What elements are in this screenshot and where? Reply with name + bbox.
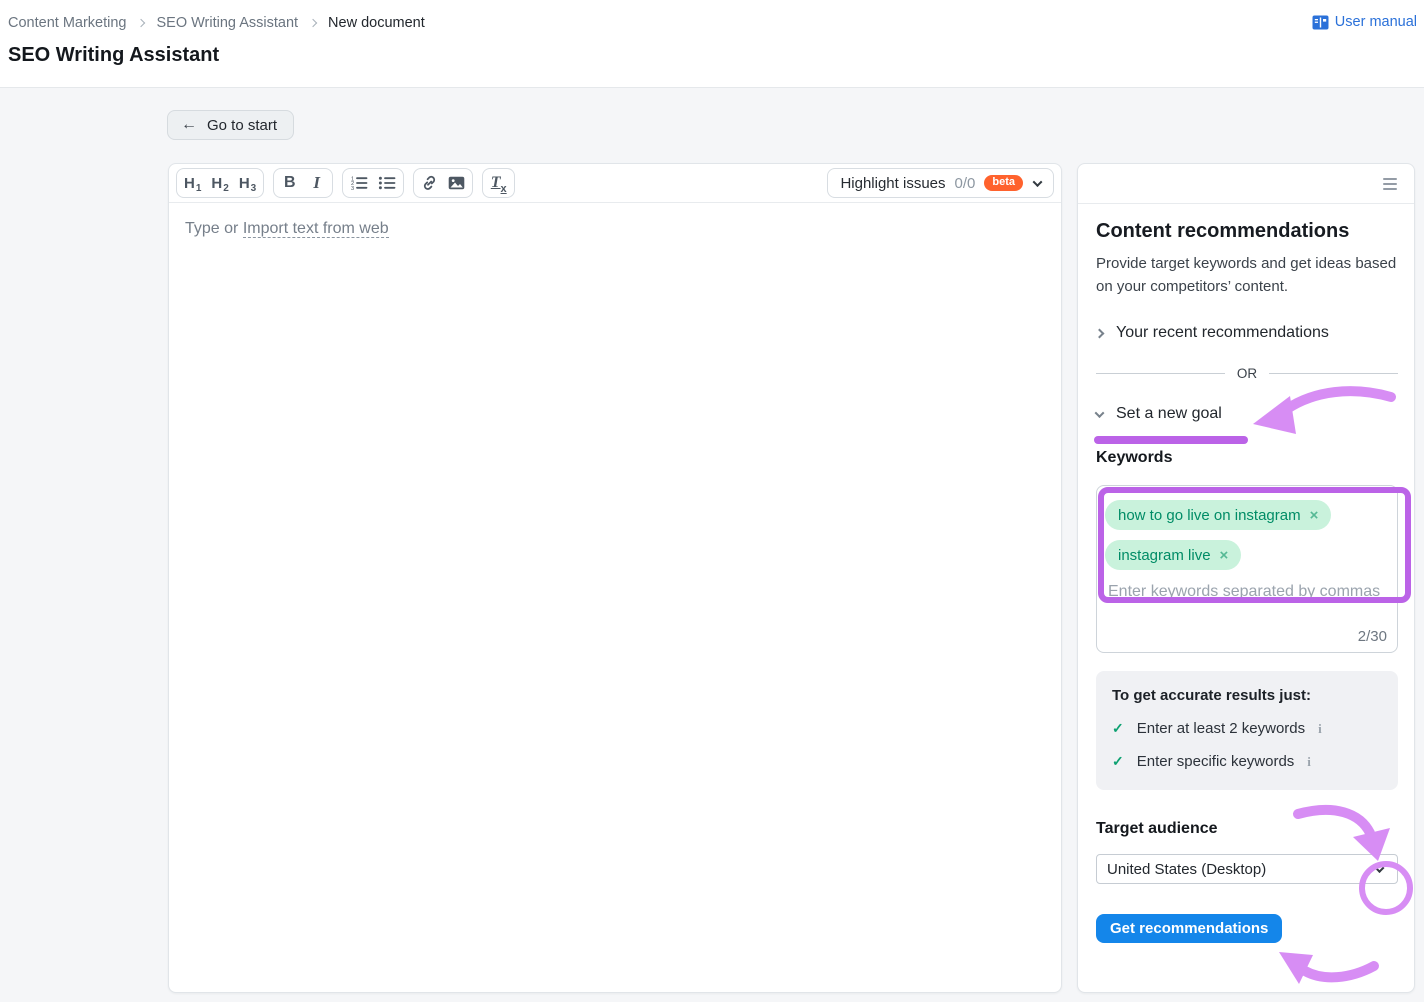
insert-button-group bbox=[413, 168, 473, 198]
remove-keyword-icon[interactable]: × bbox=[1310, 508, 1319, 523]
or-label: OR bbox=[1237, 366, 1257, 381]
or-divider: OR bbox=[1096, 366, 1398, 381]
h2-letter: H bbox=[211, 175, 222, 192]
beta-badge: beta bbox=[984, 175, 1023, 191]
clear-format-group: Tx bbox=[482, 168, 515, 198]
info-icon[interactable]: i bbox=[1307, 754, 1311, 770]
insert-image-button[interactable] bbox=[443, 170, 470, 196]
import-text-link[interactable]: Import text from web bbox=[243, 220, 389, 238]
issues-count: 0/0 bbox=[955, 175, 976, 192]
editor-placeholder: Type or bbox=[185, 220, 238, 237]
chevron-right-icon bbox=[309, 19, 317, 27]
book-icon bbox=[1312, 15, 1329, 30]
target-audience-label: Target audience bbox=[1096, 820, 1398, 838]
bold-button[interactable]: B bbox=[276, 170, 303, 196]
tip-row: ✓ Enter specific keywords i bbox=[1112, 753, 1382, 770]
page-title: SEO Writing Assistant bbox=[8, 44, 219, 67]
keywords-placeholder: Enter keywords separated by commas bbox=[1105, 583, 1389, 601]
h3-letter: H bbox=[239, 175, 250, 192]
keyword-pills: how to go live on instagram × instagram … bbox=[1105, 500, 1389, 570]
recommendations-panel: Content recommendations Provide target k… bbox=[1077, 163, 1415, 993]
keyword-pill-label: instagram live bbox=[1118, 547, 1211, 564]
check-icon: ✓ bbox=[1112, 720, 1124, 737]
heading1-button[interactable]: H1 bbox=[179, 170, 206, 196]
hamburger-menu-icon[interactable] bbox=[1383, 178, 1397, 190]
recent-recommendations-toggle[interactable]: Your recent recommendations bbox=[1096, 324, 1398, 342]
h2-number: 2 bbox=[223, 183, 229, 194]
breadcrumb-item-seo-writing-assistant[interactable]: SEO Writing Assistant bbox=[156, 15, 298, 31]
editor-text-area[interactable]: Type or Import text from web bbox=[169, 203, 1061, 255]
chevron-down-icon bbox=[1375, 863, 1385, 873]
user-manual-label: User manual bbox=[1335, 14, 1417, 30]
ordered-list-button[interactable]: 123 bbox=[345, 170, 373, 196]
chevron-down-icon bbox=[1033, 177, 1043, 187]
format-button-group: B I bbox=[273, 168, 333, 198]
keyword-pill: how to go live on instagram × bbox=[1105, 500, 1331, 530]
heading3-button[interactable]: H3 bbox=[234, 170, 261, 196]
remove-keyword-icon[interactable]: × bbox=[1220, 548, 1229, 563]
clear-format-x: x bbox=[501, 183, 507, 195]
svg-text:3: 3 bbox=[351, 186, 354, 190]
panel-header bbox=[1078, 164, 1414, 204]
set-new-goal-toggle[interactable]: Set a new goal bbox=[1096, 405, 1398, 423]
target-audience-select[interactable]: United States (Desktop) bbox=[1096, 854, 1398, 884]
breadcrumb-item-new-document: New document bbox=[328, 15, 425, 31]
panel-content: Content recommendations Provide target k… bbox=[1078, 204, 1414, 943]
tip-label: Enter at least 2 keywords bbox=[1137, 720, 1305, 737]
go-to-start-button[interactable]: ← Go to start bbox=[167, 110, 294, 140]
h3-number: 3 bbox=[251, 183, 257, 194]
tip-label: Enter specific keywords bbox=[1137, 753, 1295, 770]
clear-format-t: T bbox=[491, 174, 501, 192]
tip-row: ✓ Enter at least 2 keywords i bbox=[1112, 720, 1382, 737]
italic-button[interactable]: I bbox=[303, 170, 330, 196]
h1-letter: H bbox=[184, 175, 195, 192]
highlight-issues-label: Highlight issues bbox=[840, 175, 945, 192]
panel-title: Content recommendations bbox=[1096, 220, 1398, 243]
chevron-right-icon bbox=[1095, 328, 1105, 338]
recent-recommendations-label: Your recent recommendations bbox=[1116, 324, 1329, 342]
panel-description: Provide target keywords and get ideas ba… bbox=[1096, 253, 1398, 298]
h1-number: 1 bbox=[196, 183, 202, 194]
breadcrumb-item-content-marketing[interactable]: Content Marketing bbox=[8, 15, 126, 31]
set-new-goal-label: Set a new goal bbox=[1116, 405, 1222, 423]
keyword-pill-label: how to go live on instagram bbox=[1118, 507, 1301, 524]
list-button-group: 123 bbox=[342, 168, 404, 198]
bulleted-list-button[interactable] bbox=[373, 170, 401, 196]
get-recommendations-button[interactable]: Get recommendations bbox=[1096, 914, 1282, 943]
heading-button-group: H1 H2 H3 bbox=[176, 168, 264, 198]
ordered-list-icon: 123 bbox=[350, 176, 368, 190]
insert-link-button[interactable] bbox=[416, 170, 443, 196]
keywords-input[interactable]: how to go live on instagram × instagram … bbox=[1096, 485, 1398, 653]
check-icon: ✓ bbox=[1112, 753, 1124, 770]
keywords-label: Keywords bbox=[1096, 449, 1398, 467]
keyword-pill: instagram live × bbox=[1105, 540, 1241, 570]
editor-toolbar: H1 H2 H3 B I 123 bbox=[169, 164, 1061, 203]
clear-formatting-button[interactable]: Tx bbox=[485, 170, 512, 196]
keywords-counter: 2/30 bbox=[1358, 628, 1387, 645]
highlight-issues-dropdown[interactable]: Highlight issues 0/0 beta bbox=[827, 168, 1054, 198]
user-manual-link[interactable]: User manual bbox=[1312, 14, 1417, 30]
arrow-left-icon: ← bbox=[181, 117, 197, 133]
heading2-button[interactable]: H2 bbox=[206, 170, 233, 196]
chevron-down-icon bbox=[1095, 408, 1105, 418]
info-icon[interactable]: i bbox=[1318, 721, 1322, 737]
breadcrumb: Content Marketing SEO Writing Assistant … bbox=[8, 15, 425, 31]
target-audience-value: United States (Desktop) bbox=[1107, 861, 1266, 878]
bulleted-list-icon bbox=[378, 176, 396, 190]
link-icon bbox=[421, 175, 438, 191]
editor-card: H1 H2 H3 B I 123 bbox=[168, 163, 1062, 993]
tips-title: To get accurate results just: bbox=[1112, 687, 1382, 704]
chevron-right-icon bbox=[137, 19, 145, 27]
image-icon bbox=[448, 176, 465, 190]
go-to-start-label: Go to start bbox=[207, 117, 277, 134]
tips-box: To get accurate results just: ✓ Enter at… bbox=[1096, 671, 1398, 790]
